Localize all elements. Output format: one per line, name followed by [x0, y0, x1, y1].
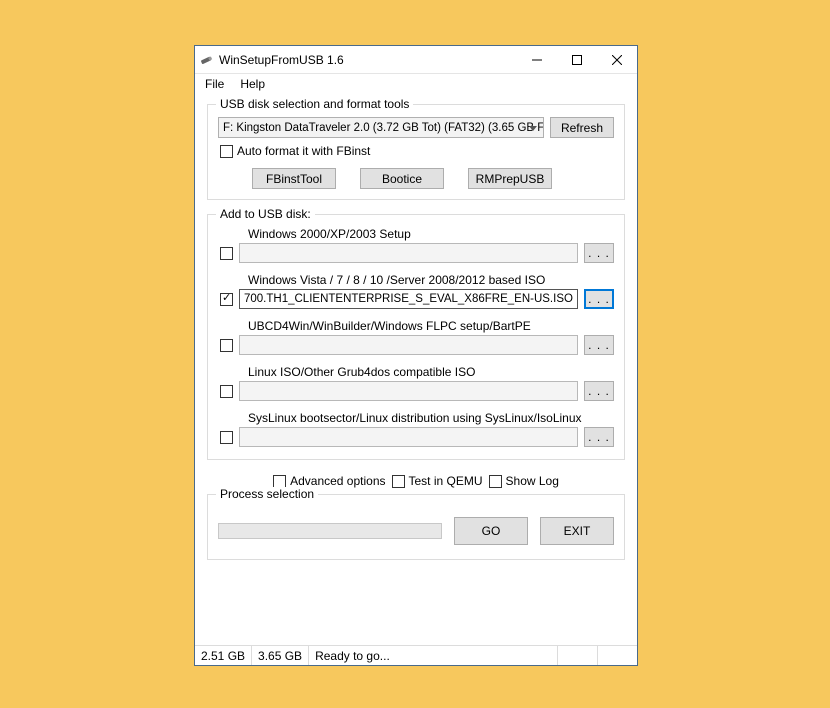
entry-path-input[interactable] [239, 427, 578, 447]
status-msg: Ready to go... [309, 646, 557, 665]
maximize-button[interactable] [557, 46, 597, 73]
entry-linux: Linux ISO/Other Grub4dos compatible ISO … [218, 365, 614, 401]
status-size2: 3.65 GB [252, 646, 309, 665]
refresh-button[interactable]: Refresh [550, 117, 614, 138]
autoformat-checkbox[interactable] [220, 145, 233, 158]
entry-checkbox[interactable] [220, 431, 233, 444]
entry-label: SysLinux bootsector/Linux distribution u… [248, 411, 614, 425]
add-usb-group: Add to USB disk: Windows 2000/XP/2003 Se… [207, 214, 625, 460]
usb-disk-selected: F: Kingston DataTraveler 2.0 (3.72 GB To… [223, 122, 544, 134]
go-button[interactable]: GO [454, 517, 528, 545]
entry-label: UBCD4Win/WinBuilder/Windows FLPC setup/B… [248, 319, 614, 333]
statusbar: 2.51 GB 3.65 GB Ready to go... [195, 645, 637, 665]
menu-help[interactable]: Help [234, 77, 271, 91]
rmprepusb-button[interactable]: RMPrepUSB [468, 168, 552, 189]
entry-path-input[interactable] [239, 381, 578, 401]
entry-syslinux: SysLinux bootsector/Linux distribution u… [218, 411, 614, 447]
app-window: WinSetupFromUSB 1.6 File Help USB disk s… [194, 45, 638, 666]
entry-path-input[interactable] [239, 335, 578, 355]
status-size1: 2.51 GB [195, 646, 252, 665]
entry-checkbox[interactable] [220, 293, 233, 306]
entry-label: Linux ISO/Other Grub4dos compatible ISO [248, 365, 614, 379]
advanced-checkbox[interactable] [273, 475, 286, 488]
autoformat-label: Auto format it with FBinst [237, 144, 370, 158]
progress-bar [218, 523, 442, 539]
usb-disk-select[interactable]: F: Kingston DataTraveler 2.0 (3.72 GB To… [218, 117, 544, 138]
entry-label: Windows Vista / 7 / 8 / 10 /Server 2008/… [248, 273, 614, 287]
minimize-button[interactable] [517, 46, 557, 73]
browse-button[interactable]: . . . [584, 427, 614, 447]
bootice-button[interactable]: Bootice [360, 168, 444, 189]
showlog-label: Show Log [506, 474, 559, 488]
menubar: File Help [195, 74, 637, 94]
browse-button[interactable]: . . . [584, 335, 614, 355]
process-group: Process selection GO EXIT [207, 494, 625, 560]
browse-button[interactable]: . . . [584, 289, 614, 309]
content-area: USB disk selection and format tools F: K… [195, 94, 637, 645]
entry-label: Windows 2000/XP/2003 Setup [248, 227, 614, 241]
test-qemu-label: Test in QEMU [409, 474, 483, 488]
entry-vista: Windows Vista / 7 / 8 / 10 /Server 2008/… [218, 273, 614, 309]
status-trail2 [597, 646, 637, 665]
showlog-checkbox[interactable] [489, 475, 502, 488]
entry-checkbox[interactable] [220, 247, 233, 260]
entry-path-input[interactable] [239, 243, 578, 263]
close-button[interactable] [597, 46, 637, 73]
usb-selection-group: USB disk selection and format tools F: K… [207, 104, 625, 200]
entry-checkbox[interactable] [220, 385, 233, 398]
process-title: Process selection [216, 487, 318, 501]
titlebar: WinSetupFromUSB 1.6 [195, 46, 637, 74]
advanced-label: Advanced options [290, 474, 385, 488]
app-icon [199, 52, 215, 68]
entry-checkbox[interactable] [220, 339, 233, 352]
usb-group-title: USB disk selection and format tools [216, 97, 413, 111]
test-qemu-checkbox[interactable] [392, 475, 405, 488]
fbinsttool-button[interactable]: FBinstTool [252, 168, 336, 189]
options-row: Advanced options Test in QEMU Show Log [207, 474, 625, 488]
entry-path-input[interactable]: 700.TH1_CLIENTENTERPRISE_S_EVAL_X86FRE_E… [239, 289, 578, 309]
entry-win2000: Windows 2000/XP/2003 Setup . . . [218, 227, 614, 263]
window-title: WinSetupFromUSB 1.6 [219, 53, 344, 67]
add-group-title: Add to USB disk: [216, 207, 315, 221]
status-trail1 [557, 646, 597, 665]
browse-button[interactable]: . . . [584, 243, 614, 263]
exit-button[interactable]: EXIT [540, 517, 614, 545]
entry-ubcd: UBCD4Win/WinBuilder/Windows FLPC setup/B… [218, 319, 614, 355]
menu-file[interactable]: File [199, 77, 230, 91]
browse-button[interactable]: . . . [584, 381, 614, 401]
